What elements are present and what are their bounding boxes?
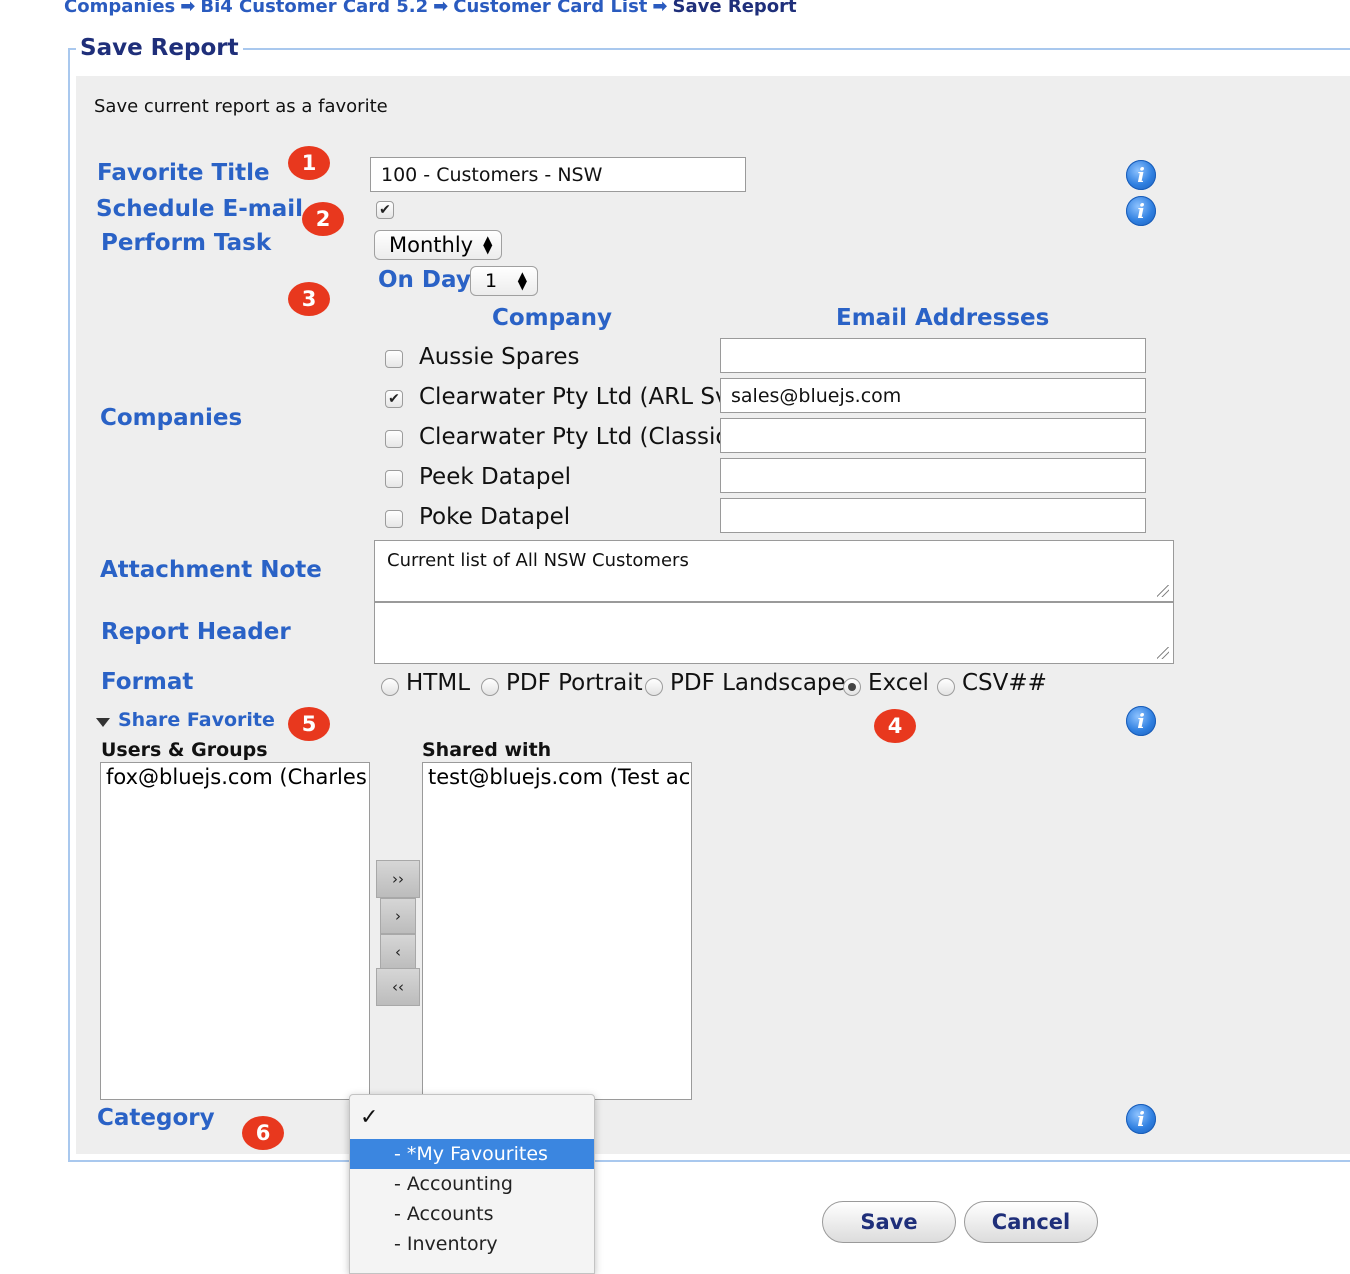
share-favorite-toggle[interactable]: Share Favorite [118, 709, 275, 731]
step-badge-4: 4 [874, 709, 916, 743]
shared-with-label: Shared with [422, 739, 552, 761]
format-radio-html[interactable] [381, 678, 399, 696]
step-badge-2: 2 [302, 202, 344, 236]
form-description: Save current report as a favorite [94, 96, 388, 117]
breadcrumb-link-customer-card-list[interactable]: Customer Card List [453, 0, 647, 17]
format-label: Format [101, 669, 194, 695]
step-badge-5: 5 [288, 707, 330, 741]
perform-task-value: Monthly [389, 233, 474, 257]
format-radio-pdf-landscape[interactable] [645, 678, 663, 696]
company-checkbox-clearwater-arl[interactable]: ✔ [385, 390, 403, 408]
company-checkbox-aussie-spares[interactable] [385, 350, 403, 368]
attachment-note-label: Attachment Note [100, 557, 322, 583]
updown-arrows-icon: ▲ ▼ [483, 233, 493, 256]
format-option-label: PDF Portrait [506, 670, 643, 696]
on-day-select[interactable]: 1 ▲ ▼ [470, 266, 538, 296]
breadcrumb-arrow-icon: ➡ [180, 0, 196, 17]
cancel-button[interactable]: Cancel [964, 1201, 1098, 1243]
category-label: Category [97, 1105, 215, 1131]
breadcrumb-link-customer-card[interactable]: Bi4 Customer Card 5.2 [200, 0, 428, 17]
company-name: Aussie Spares [419, 344, 580, 370]
category-option[interactable]: - *My Favourites [350, 1139, 594, 1169]
remove-button[interactable]: ‹ [380, 934, 416, 970]
list-item[interactable]: fox@bluejs.com (Charles Fox) [106, 765, 369, 789]
company-name: Peek Datapel [419, 464, 572, 490]
breadcrumb-arrow-icon: ➡ [433, 0, 449, 17]
category-option[interactable]: - Inventory [350, 1229, 594, 1259]
users-groups-label: Users & Groups [101, 739, 268, 761]
list-item[interactable]: test@bluejs.com (Test account) [428, 765, 691, 789]
remove-all-button[interactable]: ‹‹ [376, 968, 420, 1006]
breadcrumb-link-companies[interactable]: Companies [64, 0, 175, 17]
category-dropdown-menu[interactable]: ✓ - *My Favourites - Accounting - Accoun… [349, 1094, 595, 1274]
category-option[interactable]: - Accounts [350, 1199, 594, 1229]
format-option-label: Excel [868, 670, 929, 696]
on-day-label: On Day [378, 267, 471, 293]
expand-triangle-icon[interactable] [96, 718, 110, 727]
attachment-note-value: Current list of All NSW Customers [387, 550, 689, 571]
company-checkbox-peek-datapel[interactable] [385, 470, 403, 488]
radio-selected-dot [848, 683, 856, 691]
company-email-input[interactable] [720, 498, 1146, 533]
breadcrumb: Companies ➡ Bi4 Customer Card 5.2 ➡ Customer… [64, 0, 797, 17]
format-radio-pdf-portrait[interactable] [481, 678, 499, 696]
add-button[interactable]: › [380, 898, 416, 934]
check-icon: ✔ [388, 391, 400, 407]
company-email-input[interactable] [720, 338, 1146, 373]
format-radio-csv[interactable] [937, 678, 955, 696]
resize-grip-icon[interactable] [1157, 585, 1169, 597]
format-radio-excel[interactable] [843, 678, 861, 696]
format-option-label: PDF Landscape [670, 670, 846, 696]
schedule-email-label: Schedule E-mail [96, 196, 304, 222]
updown-arrows-icon: ▲ ▼ [517, 269, 527, 292]
report-header-textarea[interactable] [374, 602, 1174, 664]
page-title: Save Report [76, 35, 243, 61]
on-day-value: 1 [485, 270, 498, 292]
breadcrumb-arrow-icon: ➡ [652, 0, 668, 17]
check-icon: ✔ [379, 202, 391, 218]
breadcrumb-current: Save Report [672, 0, 797, 17]
company-email-input[interactable] [720, 458, 1146, 493]
format-option-label: CSV## [962, 670, 1047, 696]
checkmark-icon: ✓ [360, 1105, 379, 1130]
format-option-label: HTML [406, 670, 471, 696]
email-column-header: Email Addresses [836, 305, 1050, 331]
company-name: Clearwater Pty Ltd (Classic) [419, 424, 738, 450]
company-email-input[interactable] [720, 418, 1146, 453]
category-option[interactable]: - Accounting [350, 1169, 594, 1199]
perform-task-label: Perform Task [101, 230, 272, 256]
schedule-email-checkbox[interactable]: ✔ [376, 201, 394, 219]
company-checkbox-clearwater-classic[interactable] [385, 430, 403, 448]
report-header-label: Report Header [101, 619, 291, 645]
company-email-input[interactable]: sales@bluejs.com [720, 378, 1146, 413]
add-all-button[interactable]: ›› [376, 860, 420, 898]
perform-task-select[interactable]: Monthly ▲ ▼ [374, 230, 502, 260]
favorite-title-info-icon[interactable]: i [1126, 160, 1156, 190]
step-badge-6: 6 [242, 1116, 284, 1150]
shared-with-listbox[interactable]: test@bluejs.com (Test account) [422, 762, 692, 1100]
step-badge-3: 3 [288, 282, 330, 316]
favorite-title-input[interactable]: 100 - Customers - NSW [370, 157, 746, 192]
company-column-header: Company [492, 305, 612, 331]
companies-label: Companies [100, 405, 243, 431]
share-info-icon[interactable]: i [1126, 706, 1156, 736]
company-checkbox-poke-datapel[interactable] [385, 510, 403, 528]
company-name: Poke Datapel [419, 504, 571, 530]
save-button[interactable]: Save [822, 1201, 956, 1243]
category-info-icon[interactable]: i [1126, 1104, 1156, 1134]
company-name: Clearwater Pty Ltd (ARL Svr) [419, 384, 747, 410]
users-groups-listbox[interactable]: fox@bluejs.com (Charles Fox) [100, 762, 370, 1100]
favorite-title-label: Favorite Title [97, 160, 270, 186]
attachment-note-textarea[interactable]: Current list of All NSW Customers [374, 540, 1174, 602]
resize-grip-icon[interactable] [1157, 647, 1169, 659]
step-badge-1: 1 [288, 146, 330, 180]
schedule-email-info-icon[interactable]: i [1126, 196, 1156, 226]
